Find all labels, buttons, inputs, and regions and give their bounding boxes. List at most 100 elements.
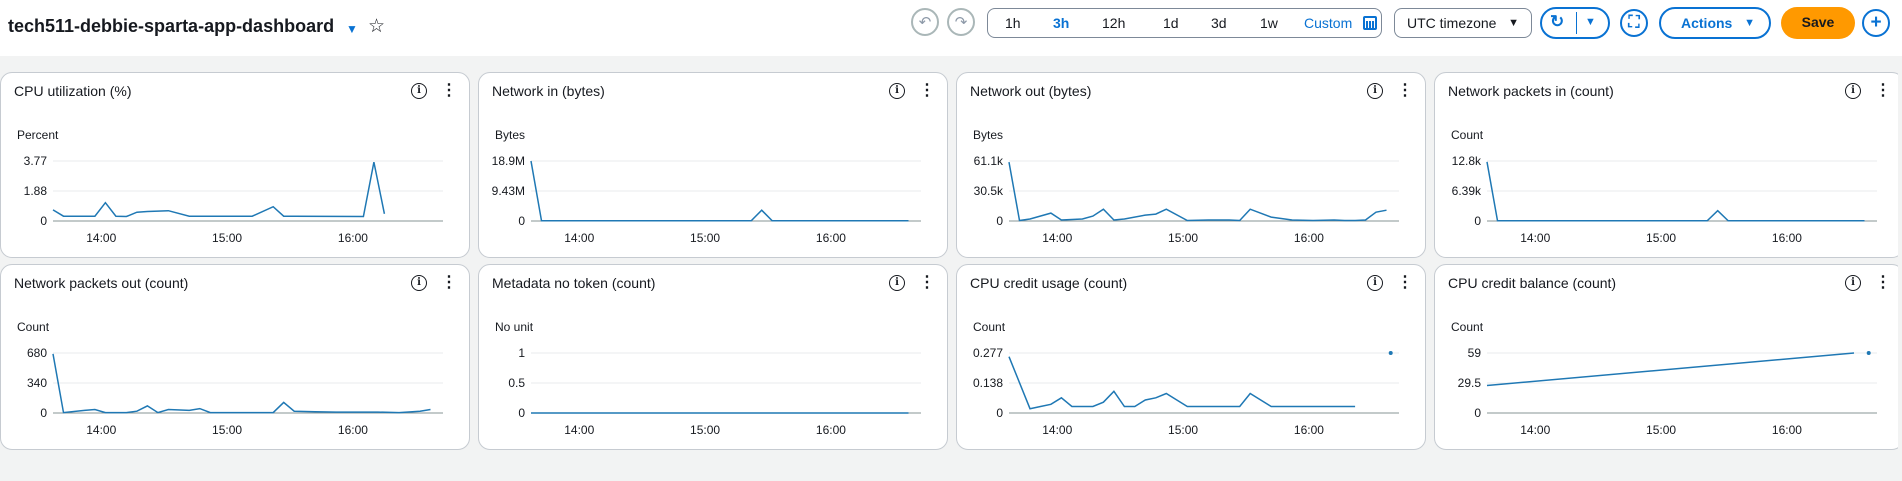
y-tick-label: 29.5 <box>1458 376 1482 390</box>
y-tick-label: 6.39k <box>1452 184 1482 198</box>
widget-network-packets-out[interactable]: 680 340 0 14:00 15:00 16:00 Network packets ou… <box>0 264 470 450</box>
fullscreen-button[interactable]: ⛶ <box>1620 9 1648 37</box>
kebab-menu-icon[interactable]: ⋮ <box>1397 273 1413 293</box>
refresh-interval-caret-icon[interactable]: ▼ <box>1585 16 1596 28</box>
line-chart[interactable]: 680 340 0 14:00 15:00 16:00 <box>1 265 471 451</box>
redo-icon: ↷ <box>954 14 968 31</box>
timezone-dropdown[interactable]: UTC timezone ▼ <box>1394 8 1532 38</box>
widget-cpu-credit-balance[interactable]: 59 29.5 0 14:00 15:00 16:00 CPU credit balance… <box>1434 264 1902 450</box>
widget-title: Network in (bytes) <box>492 83 605 99</box>
widget-title: Network packets out (count) <box>14 275 189 291</box>
y-tick-label: 0.277 <box>973 346 1003 360</box>
redo-button[interactable]: ↷ <box>947 8 975 36</box>
info-icon[interactable]: i <box>411 83 427 99</box>
kebab-menu-icon[interactable]: ⋮ <box>1875 81 1891 101</box>
widget-network-packets-in[interactable]: 12.8k 6.39k 0 14:00 15:00 16:00 Network packet… <box>1434 72 1902 258</box>
y-tick-label: 30.5k <box>974 184 1004 198</box>
kebab-menu-icon[interactable]: ⋮ <box>1875 273 1891 293</box>
info-icon[interactable]: i <box>1367 83 1383 99</box>
range-option-3d[interactable]: 3d <box>1211 15 1227 31</box>
y-tick-label: 9.43M <box>492 184 525 198</box>
widget-title: CPU credit balance (count) <box>1448 275 1617 291</box>
x-tick-label: 16:00 <box>338 423 368 437</box>
info-icon[interactable]: i <box>1367 275 1383 291</box>
y-tick-label: 59 <box>1468 346 1482 360</box>
refresh-control: ↻ ▼ <box>1540 7 1610 39</box>
divider <box>1576 12 1577 34</box>
line-chart[interactable]: 12.8k 6.39k 0 14:00 15:00 16:00 <box>1435 73 1902 259</box>
y-tick-label: 0 <box>518 406 525 420</box>
refresh-icon[interactable]: ↻ <box>1550 12 1564 32</box>
y-axis-unit: Percent <box>17 128 59 142</box>
actions-dropdown-button[interactable]: Actions ▼ <box>1659 7 1771 39</box>
timezone-label: UTC timezone <box>1407 15 1497 31</box>
plus-icon: + <box>1870 12 1882 33</box>
calendar-icon[interactable] <box>1363 16 1377 30</box>
widget-title: Metadata no token (count) <box>492 275 656 291</box>
y-axis-unit: No unit <box>495 320 534 334</box>
x-tick-label: 15:00 <box>690 231 720 245</box>
data-point[interactable] <box>1388 351 1393 355</box>
series-line[interactable] <box>1486 352 1855 387</box>
range-option-1w[interactable]: 1w <box>1260 15 1278 31</box>
widget-metadata-no-token[interactable]: 1 0.5 0 14:00 15:00 16:00 Metadata no token (c… <box>478 264 948 450</box>
x-tick-label: 15:00 <box>690 423 720 437</box>
x-tick-label: 16:00 <box>1294 423 1324 437</box>
y-axis-unit: Count <box>1451 320 1484 334</box>
widget-title: Network packets in (count) <box>1448 83 1614 99</box>
y-tick-label: 0 <box>996 406 1003 420</box>
line-chart[interactable]: 3.77 1.88 0 14:00 15:00 16:00 <box>1 73 471 259</box>
line-chart[interactable]: 1 0.5 0 14:00 15:00 16:00 <box>479 265 949 451</box>
data-point[interactable] <box>1866 351 1871 355</box>
kebab-menu-icon[interactable]: ⋮ <box>919 273 935 293</box>
info-icon[interactable]: i <box>411 275 427 291</box>
kebab-menu-icon[interactable]: ⋮ <box>441 273 457 293</box>
y-tick-label: 0.5 <box>508 376 525 390</box>
time-range-selector: 1h 3h 12h 1d 3d 1w Custom <box>987 8 1382 38</box>
range-option-1d[interactable]: 1d <box>1163 15 1179 31</box>
info-icon[interactable]: i <box>889 83 905 99</box>
widget-cpu-utilization[interactable]: 3.77 1.88 0 14:00 15:00 16:00 CPU utilization … <box>0 72 470 258</box>
page-edge <box>1898 56 1902 481</box>
x-tick-label: 15:00 <box>1646 231 1676 245</box>
line-chart[interactable]: 59 29.5 0 14:00 15:00 16:00 <box>1435 265 1902 451</box>
x-tick-label: 15:00 <box>1168 423 1198 437</box>
x-tick-label: 14:00 <box>86 231 116 245</box>
line-chart[interactable]: 18.9M 9.43M 0 14:00 15:00 16:00 <box>479 73 949 259</box>
kebab-menu-icon[interactable]: ⋮ <box>441 81 457 101</box>
x-tick-label: 14:00 <box>1042 231 1072 245</box>
y-tick-label: 3.77 <box>24 154 48 168</box>
widget-title: Network out (bytes) <box>970 83 1092 99</box>
range-option-custom[interactable]: Custom <box>1304 15 1352 31</box>
kebab-menu-icon[interactable]: ⋮ <box>919 81 935 101</box>
dashboard-switcher-caret-icon[interactable]: ▼ <box>346 22 358 36</box>
info-icon[interactable]: i <box>1845 275 1861 291</box>
save-button[interactable]: Save <box>1781 7 1855 39</box>
line-chart[interactable]: 61.1k 30.5k 0 14:00 15:00 16:00 <box>957 73 1427 259</box>
y-tick-label: 12.8k <box>1452 154 1482 168</box>
x-tick-label: 15:00 <box>212 423 242 437</box>
favorite-star-icon[interactable]: ☆ <box>368 15 385 38</box>
info-icon[interactable]: i <box>1845 83 1861 99</box>
undo-icon: ↶ <box>918 14 932 31</box>
widget-network-in[interactable]: 18.9M 9.43M 0 14:00 15:00 16:00 Network in (by… <box>478 72 948 258</box>
range-option-12h[interactable]: 12h <box>1102 15 1125 31</box>
kebab-menu-icon[interactable]: ⋮ <box>1397 81 1413 101</box>
x-tick-label: 14:00 <box>86 423 116 437</box>
widget-network-out[interactable]: 61.1k 30.5k 0 14:00 15:00 16:00 Network out (b… <box>956 72 1426 258</box>
x-tick-label: 15:00 <box>1168 231 1198 245</box>
y-tick-label: 0 <box>40 214 47 228</box>
line-chart[interactable]: 0.277 0.138 0 14:00 15:00 16:00 <box>957 265 1427 451</box>
y-tick-label: 340 <box>27 376 47 390</box>
y-axis-unit: Bytes <box>973 128 1004 142</box>
range-option-3h[interactable]: 3h <box>1053 15 1069 31</box>
y-tick-label: 1.88 <box>24 184 48 198</box>
add-widget-button[interactable]: + <box>1862 9 1890 37</box>
info-icon[interactable]: i <box>889 275 905 291</box>
x-tick-label: 15:00 <box>212 231 242 245</box>
range-option-1h[interactable]: 1h <box>1005 15 1021 31</box>
series-line[interactable] <box>52 161 386 218</box>
widget-cpu-credit-usage[interactable]: 0.277 0.138 0 14:00 15:00 16:00 CPU credit usa… <box>956 264 1426 450</box>
y-axis-unit: Count <box>17 320 50 334</box>
undo-button[interactable]: ↶ <box>911 8 939 36</box>
